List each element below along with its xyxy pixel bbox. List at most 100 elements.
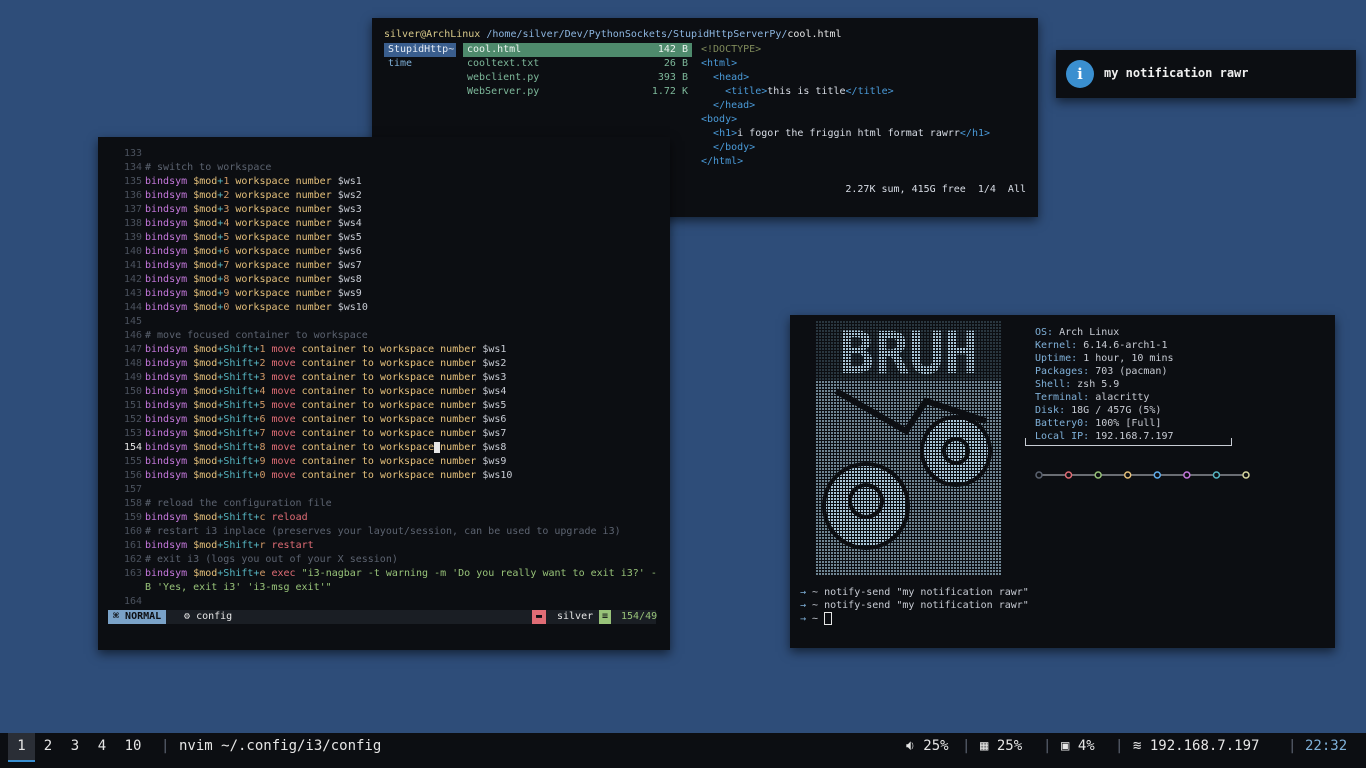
bar-separator: |: [962, 738, 971, 754]
code-line[interactable]: B 'Yes, exit i3' 'i3-msg exit'": [120, 581, 660, 595]
code-line[interactable]: 140 bindsym $mod+6 workspace number $ws6: [120, 245, 660, 259]
file-size: 1.72 K: [651, 86, 688, 97]
prompt-line[interactable]: → ~: [800, 612, 833, 625]
code-line[interactable]: 146 # move focused container to workspace: [120, 329, 660, 343]
code-line[interactable]: 137 bindsym $mod+3 workspace number $ws3: [120, 203, 660, 217]
workspace-button-10[interactable]: 10: [118, 733, 148, 760]
code-line[interactable]: 161 bindsym $mod+Shift+r restart: [120, 539, 660, 553]
line-number: 161: [123, 540, 142, 551]
code-line[interactable]: 162 # exit i3 (logs you out of your X ses…: [120, 553, 660, 567]
code-line[interactable]: 134 # switch to workspace: [120, 161, 660, 175]
line-number: 137: [123, 204, 142, 215]
code-line[interactable]: 143 bindsym $mod+9 workspace number $ws9: [120, 287, 660, 301]
command-text: ~ notify-send "my notification rawr": [806, 587, 1029, 598]
terminal-window[interactable]: BRUH OS: Arch Linux Kernel: 6.14.6-arch1-…: [790, 315, 1335, 648]
speaker-icon: 🔉︎: [906, 738, 915, 754]
code-line[interactable]: 160 # restart i3 inplace (preserves your …: [120, 525, 660, 539]
ranger-file-item[interactable]: webclient.py 393 B: [463, 71, 692, 85]
code-line[interactable]: 139 bindsym $mod+5 workspace number $ws5: [120, 231, 660, 245]
line-number: 143: [123, 288, 142, 299]
line-number: 163: [123, 568, 142, 579]
code-line[interactable]: 158 # reload the configuration file: [120, 497, 660, 511]
preview-line: <html>: [701, 58, 738, 69]
status-bar: 1 2 3 4 10 | nvim ~/.config/i3/config 🔉︎…: [0, 733, 1366, 768]
palette-swatch: [1242, 471, 1250, 479]
code-line[interactable]: 145: [120, 315, 660, 329]
palette-swatch: [1153, 471, 1162, 479]
line-number: 149: [123, 372, 142, 383]
line-number: 135: [123, 176, 142, 187]
command-text: ~: [806, 613, 825, 625]
preview-line: </head>: [713, 100, 756, 111]
ranger-preview: <!DOCTYPE> <html> <head> <title>this is …: [701, 43, 990, 169]
code-line[interactable]: 152 bindsym $mod+Shift+6 move container t…: [120, 413, 660, 427]
line-number: 138: [123, 218, 142, 229]
ranger-file-list: cool.html 142 B cooltext.txt 26 B webclien…: [463, 43, 692, 99]
nvim-window[interactable]: 133 134 # switch to workspace 135 bindsym $m…: [98, 137, 670, 650]
code-line[interactable]: 157: [120, 483, 660, 497]
code-line[interactable]: 151 bindsym $mod+Shift+5 move container t…: [120, 399, 660, 413]
code-line[interactable]: 150 bindsym $mod+Shift+4 move container t…: [120, 385, 660, 399]
ascii-word: BRUH: [839, 321, 979, 387]
line-number: 133: [123, 148, 142, 159]
code-line[interactable]: 155 bindsym $mod+Shift+9 move container t…: [120, 455, 660, 469]
info-row: Terminal: alacritty: [1035, 392, 1150, 403]
info-row: Uptime: 1 hour, 10 mins: [1035, 353, 1174, 364]
preview-line: <body>: [701, 114, 738, 125]
ranger-dir-item[interactable]: StupidHttp~: [384, 43, 456, 57]
palette-swatch: [1094, 471, 1102, 479]
prompt-line: → ~ notify-send "my notification rawr": [800, 599, 1029, 612]
info-row: Battery0: 100% [Full]: [1035, 418, 1162, 429]
bar-separator: |: [161, 738, 170, 754]
line-number: 158: [123, 498, 142, 509]
info-row: Disk: 18G / 457G (5%): [1035, 405, 1162, 416]
code-line[interactable]: 149 bindsym $mod+Shift+3 move container t…: [120, 371, 660, 385]
mode-indicator: ⌘ NORMAL: [108, 610, 167, 624]
ranger-file-item[interactable]: cool.html 142 B: [463, 43, 692, 57]
notification-text: my notification rawr: [1104, 66, 1249, 80]
code-line[interactable]: 136 bindsym $mod+2 workspace number $ws2: [120, 189, 660, 203]
file-size: 26 B: [663, 58, 688, 69]
command-text: ~ notify-send "my notification rawr": [806, 600, 1029, 611]
network-indicator[interactable]: ≋ 192.168.7.197: [1133, 733, 1259, 760]
code-line[interactable]: 135 bindsym $mod+1 workspace number $ws1: [120, 175, 660, 189]
volume-indicator[interactable]: 🔉︎ 25%: [906, 733, 949, 760]
line-number: 142: [123, 274, 142, 285]
workspace-button-2[interactable]: 2: [36, 733, 60, 760]
workspace-button-1[interactable]: 1: [8, 733, 35, 762]
line-number: 160: [123, 526, 142, 537]
line-number: 151: [123, 400, 142, 411]
preview-line: <!DOCTYPE>: [701, 44, 762, 55]
code-line[interactable]: 159 bindsym $mod+Shift+c reload: [120, 511, 660, 525]
ranger-dir-item[interactable]: time: [384, 57, 456, 71]
code-line[interactable]: 133: [120, 147, 660, 161]
line-number: 141: [123, 260, 142, 271]
notification-popup[interactable]: i my notification rawr: [1056, 50, 1356, 98]
code-line[interactable]: 156 bindsym $mod+Shift+0 move container t…: [120, 469, 660, 483]
preview-line: <title>this is title</title>: [725, 86, 894, 97]
code-line[interactable]: 147 bindsym $mod+Shift+1 move container t…: [120, 343, 660, 357]
ranger-user-host: silver@ArchLinux: [384, 29, 481, 40]
line-number: 150: [123, 386, 142, 397]
workspace-button-3[interactable]: 3: [63, 733, 87, 760]
ranger-dir: /home/silver/Dev/PythonSockets/StupidHtt…: [486, 29, 788, 40]
file-name: cooltext.txt: [467, 58, 540, 69]
code-line[interactable]: 144 bindsym $mod+0 workspace number $ws10: [120, 301, 660, 315]
code-line[interactable]: 163 bindsym $mod+Shift+e exec "i3-nagbar …: [120, 567, 660, 581]
code-line[interactable]: 153 bindsym $mod+Shift+7 move container t…: [120, 427, 660, 441]
code-line[interactable]: 164: [120, 595, 660, 609]
bar-separator: |: [1043, 738, 1052, 754]
code-line[interactable]: 138 bindsym $mod+4 workspace number $ws4: [120, 217, 660, 231]
info-divider: [1025, 438, 1232, 446]
statusline-file: ⚙ config: [184, 611, 233, 622]
file-name: cool.html: [467, 44, 522, 55]
code-line[interactable]: 141 bindsym $mod+7 workspace number $ws7: [120, 259, 660, 273]
info-row: Shell: zsh 5.9: [1035, 379, 1120, 390]
code-line[interactable]: 142 bindsym $mod+8 workspace number $ws8: [120, 273, 660, 287]
code-line[interactable]: 154 bindsym $mod+Shift+8 move container t…: [120, 441, 660, 455]
workspace-button-4[interactable]: 4: [90, 733, 114, 760]
ranger-status: 2.27K sum, 415G free 1/4 All: [845, 184, 1026, 195]
code-line[interactable]: 148 bindsym $mod+Shift+2 move container t…: [120, 357, 660, 371]
ranger-file-item[interactable]: cooltext.txt 26 B: [463, 57, 692, 71]
ranger-file-item[interactable]: WebServer.py 1.72 K: [463, 85, 692, 99]
